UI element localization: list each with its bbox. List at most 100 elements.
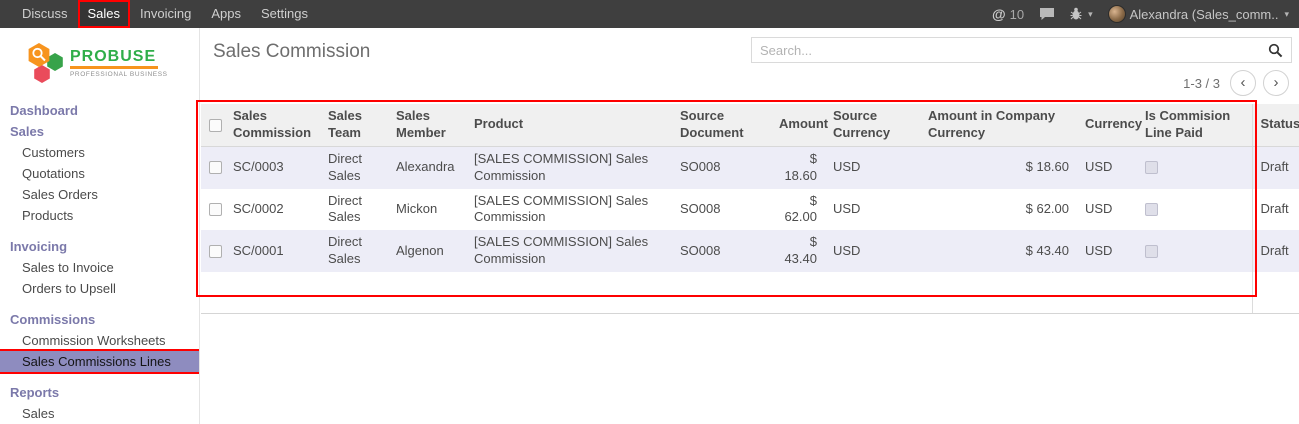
menu-discuss[interactable]: Discuss — [12, 0, 78, 28]
bug-icon — [1070, 7, 1082, 21]
pager-next-button[interactable]: › — [1263, 70, 1289, 96]
topbar-right: @ 10 ▾ Alexandra (Sales_comm.. ▾ — [992, 0, 1299, 28]
cell-source-currency: USD — [825, 146, 920, 188]
cell-sales-team: Direct Sales — [320, 189, 388, 231]
pager-range: 1-3 / 3 — [1183, 76, 1220, 91]
sidebar-item-commission-worksheets[interactable]: Commission Worksheets — [0, 330, 199, 351]
sidebar-item-sales-to-invoice[interactable]: Sales to Invoice — [0, 257, 199, 278]
cell-status: Draft — [1252, 146, 1299, 188]
sidebar-item-orders-to-upsell[interactable]: Orders to Upsell — [0, 278, 199, 299]
cell-currency: USD — [1077, 189, 1137, 231]
sidebar-section-reports[interactable]: Reports — [0, 382, 199, 403]
cell-currency: USD — [1077, 230, 1137, 272]
cell-status: Draft — [1252, 230, 1299, 272]
search-icon[interactable] — [1264, 43, 1291, 58]
cell-product: [SALES COMMISSION] Sales Commission — [466, 230, 672, 272]
cell-source-document: SO008 — [672, 189, 771, 231]
col-header-amount[interactable]: Amount — [771, 104, 825, 146]
sidebar-section-sales[interactable]: Sales — [0, 121, 199, 142]
cell-amount-company-currency: $ 62.00 — [920, 189, 1077, 231]
commission-list-view: Sales Commission Sales Team Sales Member… — [201, 104, 1299, 314]
top-navbar: Discuss Sales Invoicing Apps Settings @ … — [0, 0, 1299, 28]
table-row[interactable]: SC/0002 Direct Sales Mickon [SALES COMMI… — [201, 189, 1299, 231]
cell-amount: $ 43.40 — [771, 230, 825, 272]
col-header-product[interactable]: Product — [466, 104, 672, 146]
search-input[interactable] — [752, 38, 1264, 62]
pager-previous-button[interactable]: ‹ — [1230, 70, 1256, 96]
row-select-checkbox[interactable] — [209, 203, 222, 216]
cell-sales-member: Alexandra — [388, 146, 466, 188]
chevron-down-icon: ▾ — [1284, 9, 1289, 20]
cell-sales-member: Algenon — [388, 230, 466, 272]
search-bar — [751, 37, 1292, 63]
col-header-source-currency[interactable]: Source Currency — [825, 104, 920, 146]
col-header-is-commission-line-paid[interactable]: Is Commision Line Paid — [1137, 104, 1252, 146]
user-menu[interactable]: Alexandra (Sales_comm.. ▾ — [1108, 5, 1289, 23]
brand-hexagons-icon — [26, 42, 64, 84]
menu-apps[interactable]: Apps — [201, 0, 251, 28]
cell-sales-team: Direct Sales — [320, 146, 388, 188]
brand-logo: PROBUSE PROFESSIONAL BUSINESS — [26, 42, 191, 84]
col-header-amount-company-currency[interactable]: Amount in Company Currency — [920, 104, 1077, 146]
cell-sales-commission: SC/0002 — [225, 189, 320, 231]
chat-bubble-icon — [1039, 7, 1055, 21]
row-select-checkbox[interactable] — [209, 161, 222, 174]
top-menu: Discuss Sales Invoicing Apps Settings — [0, 0, 318, 28]
sidebar-item-quotations[interactable]: Quotations — [0, 163, 199, 184]
sidebar-item-products[interactable]: Products — [0, 205, 199, 226]
sidebar-item-sales-commissions-lines[interactable]: Sales Commissions Lines — [0, 351, 199, 372]
brand-divider — [70, 66, 158, 69]
cell-amount-company-currency: $ 18.60 — [920, 146, 1077, 188]
select-all-checkbox[interactable] — [209, 119, 222, 132]
cell-source-document: SO008 — [672, 230, 771, 272]
row-select-checkbox[interactable] — [209, 245, 222, 258]
commission-table: Sales Commission Sales Team Sales Member… — [201, 104, 1299, 314]
col-header-status[interactable]: Status — [1252, 104, 1299, 146]
notifications-button[interactable]: @ 10 — [992, 6, 1024, 22]
notification-count: 10 — [1010, 7, 1024, 22]
table-row[interactable]: SC/0003 Direct Sales Alexandra [SALES CO… — [201, 146, 1299, 188]
cell-sales-team: Direct Sales — [320, 230, 388, 272]
sidebar-item-customers[interactable]: Customers — [0, 142, 199, 163]
user-name-label: Alexandra (Sales_comm.. — [1130, 7, 1279, 22]
brand-tagline: PROFESSIONAL BUSINESS — [70, 71, 168, 78]
is-paid-checkbox[interactable] — [1145, 203, 1158, 216]
cell-source-currency: USD — [825, 189, 920, 231]
avatar — [1108, 5, 1126, 23]
cell-sales-commission: SC/0001 — [225, 230, 320, 272]
is-paid-checkbox[interactable] — [1145, 161, 1158, 174]
table-filler-row — [201, 272, 1299, 313]
table-row[interactable]: SC/0001 Direct Sales Algenon [SALES COMM… — [201, 230, 1299, 272]
cell-currency: USD — [1077, 146, 1137, 188]
sidebar-section-invoicing[interactable]: Invoicing — [0, 236, 199, 257]
menu-invoicing[interactable]: Invoicing — [130, 0, 201, 28]
table-header-row: Sales Commission Sales Team Sales Member… — [201, 104, 1299, 146]
cell-amount-company-currency: $ 43.40 — [920, 230, 1077, 272]
brand-text: PROBUSE PROFESSIONAL BUSINESS — [70, 48, 168, 79]
sidebar-item-sales-orders[interactable]: Sales Orders — [0, 184, 199, 205]
messages-button[interactable] — [1039, 7, 1055, 21]
cell-source-document: SO008 — [672, 146, 771, 188]
cell-status: Draft — [1252, 189, 1299, 231]
is-paid-checkbox[interactable] — [1145, 245, 1158, 258]
pager: 1-3 / 3 ‹ › — [1183, 70, 1289, 96]
sidebar-item-dashboard[interactable]: Dashboard — [0, 100, 199, 121]
col-header-source-document[interactable]: Source Document — [672, 104, 771, 146]
cell-amount: $ 62.00 — [771, 189, 825, 231]
cell-product: [SALES COMMISSION] Sales Commission — [466, 146, 672, 188]
brand-name: PROBUSE — [70, 48, 168, 66]
chevron-down-icon: ▾ — [1088, 9, 1093, 20]
col-header-sales-member[interactable]: Sales Member — [388, 104, 466, 146]
sidebar-section-commissions[interactable]: Commissions — [0, 309, 199, 330]
cell-amount: $ 18.60 — [771, 146, 825, 188]
col-header-currency[interactable]: Currency — [1077, 104, 1137, 146]
sidebar-item-reports-sales[interactable]: Sales — [0, 403, 199, 424]
menu-settings[interactable]: Settings — [251, 0, 318, 28]
menu-sales[interactable]: Sales — [78, 0, 131, 28]
col-header-sales-team[interactable]: Sales Team — [320, 104, 388, 146]
mention-icon: @ — [992, 6, 1006, 22]
col-header-sales-commission[interactable]: Sales Commission — [225, 104, 320, 146]
cell-sales-member: Mickon — [388, 189, 466, 231]
sidebar: PROBUSE PROFESSIONAL BUSINESS Dashboard … — [0, 28, 200, 424]
debug-menu-button[interactable]: ▾ — [1070, 7, 1093, 21]
